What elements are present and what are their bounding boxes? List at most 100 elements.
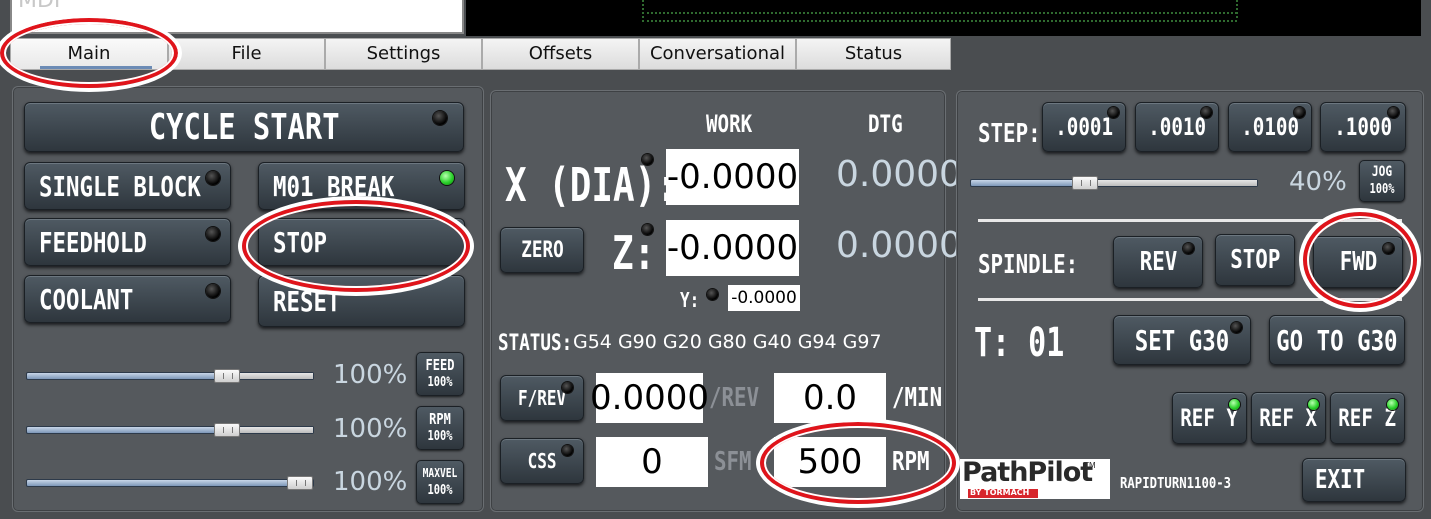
ref-x-led (1308, 399, 1319, 410)
mdi-input[interactable]: MDI (10, 0, 464, 34)
dtg-header: DTG (868, 110, 903, 138)
feed-badge-top: FEED (425, 356, 455, 374)
feed-rev-unit: /REV (709, 383, 760, 413)
modal-status-codes: G54 G90 G20 G80 G40 G94 G97 (573, 331, 882, 353)
single-block-led (206, 171, 220, 185)
tab-file[interactable]: File (168, 38, 325, 70)
step-0001-button[interactable]: .0001 (1042, 102, 1126, 152)
mdi-placeholder: MDI (18, 0, 61, 13)
spindle-rev-label: REV (1139, 247, 1177, 277)
grid-line-left (642, 0, 646, 18)
zero-button[interactable]: ZERO (500, 227, 584, 273)
go-to-g30-button[interactable]: GO TO G30 (1269, 315, 1405, 365)
maxvel-reset-button[interactable]: MAXVEL 100% (416, 460, 464, 504)
spindle-rev-button[interactable]: REV (1113, 236, 1203, 288)
x-work-field[interactable]: -0.0000 (666, 149, 799, 205)
step-0001-led (1108, 107, 1119, 118)
spindle-label: SPINDLE: (978, 250, 1079, 280)
tab-offsets[interactable]: Offsets (482, 38, 639, 70)
toolpath-graphics[interactable] (466, 0, 1421, 36)
work-header: WORK (706, 110, 753, 138)
feed-per-rev-field[interactable]: 0.0000 (590, 373, 709, 423)
grid-lines (642, 12, 1237, 22)
logo-tagline: BY TORMACH (970, 488, 1030, 497)
rpm-reset-button[interactable]: RPM 100% (416, 406, 464, 450)
rpm-override-percent: 100% (333, 414, 408, 444)
feedhold-button[interactable]: FEEDHOLD (24, 218, 231, 266)
y-axis-led (707, 289, 718, 300)
jog-spindle-panel (956, 90, 1424, 512)
maxvel-override-slider[interactable] (26, 476, 314, 490)
set-g30-led (1231, 322, 1242, 333)
feedhold-label: FEEDHOLD (39, 225, 147, 259)
ref-z-led (1387, 399, 1398, 410)
jog-speed-slider[interactable] (970, 176, 1258, 190)
coolant-led (206, 284, 220, 298)
rpm-badge-top: RPM (429, 410, 451, 428)
single-block-label: SINGLE BLOCK (39, 169, 201, 203)
logo-trademark: TM (1084, 461, 1096, 470)
x-dtg-value: 0.0000 (836, 154, 962, 195)
rpm-slider-thumb[interactable] (214, 423, 241, 437)
cycle-start-button[interactable]: CYCLE START (24, 102, 464, 152)
exit-button[interactable]: EXIT (1302, 458, 1406, 502)
rpm-unit: RPM (892, 447, 930, 477)
rpm-override-slider[interactable] (26, 423, 314, 437)
ref-z-button[interactable]: REF Z (1330, 392, 1405, 444)
maxvel-slider-thumb[interactable] (287, 476, 313, 490)
feed-override-slider[interactable] (26, 369, 314, 383)
css-led (562, 445, 573, 456)
ref-y-button[interactable]: REF Y (1172, 392, 1247, 444)
separator (978, 298, 1402, 301)
feedhold-led (206, 227, 220, 241)
spindle-fwd-label: FWD (1339, 247, 1377, 277)
stop-label: STOP (273, 225, 327, 259)
machine-model: RAPIDTURN1100-3 (1120, 474, 1232, 492)
z-dtg-value: 0.0000 (836, 225, 962, 266)
logo-wordmark: PathPilot (962, 457, 1093, 488)
single-block-button[interactable]: SINGLE BLOCK (24, 162, 231, 210)
step-0001-label: .0001 (1055, 113, 1113, 141)
spindle-rev-led (1183, 243, 1194, 254)
feed-override-percent: 100% (333, 360, 408, 390)
css-button[interactable]: CSS (500, 438, 584, 484)
y-work-field[interactable]: -0.0000 (728, 285, 800, 311)
separator (978, 219, 1402, 222)
step-0010-button[interactable]: .0010 (1135, 102, 1219, 152)
stop-button[interactable]: STOP (258, 218, 465, 266)
z-axis-led (642, 224, 653, 235)
jog-badge-top: JOG (1371, 164, 1393, 180)
reset-button[interactable]: RESET (258, 275, 465, 327)
coolant-button[interactable]: COOLANT (24, 275, 231, 323)
jog-speed-percent: 40% (1289, 167, 1347, 197)
feed-per-min-field[interactable]: 0.0 (774, 373, 886, 423)
css-label: CSS (527, 449, 557, 473)
tab-bar-background (951, 38, 1431, 70)
step-0010-led (1201, 107, 1212, 118)
sfm-field[interactable]: 0 (596, 437, 708, 487)
tab-status[interactable]: Status (796, 38, 951, 70)
status-label: STATUS: (498, 331, 573, 356)
step-0100-button[interactable]: .0100 (1228, 102, 1312, 152)
set-g30-label: SET G30 (1134, 323, 1230, 357)
m01-break-button[interactable]: M01 BREAK (258, 162, 465, 210)
feed-slider-thumb[interactable] (214, 369, 241, 383)
jog-reset-button[interactable]: JOG 100% (1359, 160, 1405, 202)
z-work-field[interactable]: -0.0000 (666, 220, 799, 276)
go-to-g30-label: GO TO G30 (1276, 323, 1398, 357)
spindle-fwd-button[interactable]: FWD (1313, 236, 1403, 288)
ref-y-led (1229, 399, 1240, 410)
x-axis-label: X (DIA): (505, 158, 678, 212)
tab-conversational[interactable]: Conversational (639, 38, 796, 70)
step-label: STEP: (978, 119, 1041, 149)
feed-reset-button[interactable]: FEED 100% (416, 352, 464, 396)
rpm-field[interactable]: 500 (774, 437, 886, 487)
spindle-stop-button[interactable]: STOP (1215, 234, 1295, 286)
tab-settings[interactable]: Settings (325, 38, 482, 70)
set-g30-button[interactable]: SET G30 (1113, 315, 1251, 365)
feed-per-rev-button[interactable]: F/REV (500, 375, 584, 421)
ref-x-button[interactable]: REF X (1251, 392, 1326, 444)
step-1000-button[interactable]: .1000 (1320, 102, 1406, 152)
tab-main-indicator (40, 66, 152, 69)
jog-slider-thumb[interactable] (1072, 176, 1099, 190)
